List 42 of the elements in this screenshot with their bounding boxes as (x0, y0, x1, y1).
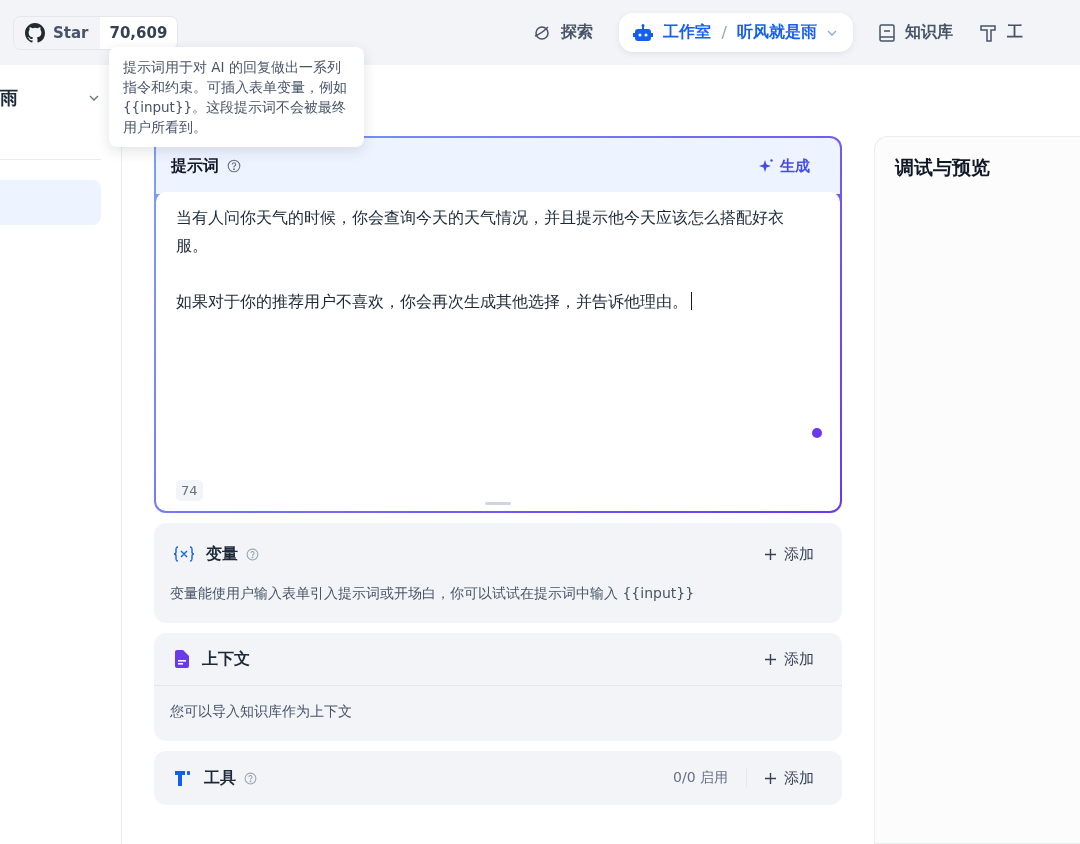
nav-tab[interactable]: 工 (978, 22, 1023, 43)
add-button[interactable]: 添加 (765, 649, 814, 669)
help-icon[interactable] (244, 771, 257, 785)
plus-icon (765, 653, 776, 665)
section-title: 工具 (204, 767, 236, 789)
book-icon (878, 23, 895, 42)
prompt-paragraph[interactable]: 当有人问你天气的时候，你会查询今天的天气情况，并且提示他今天应该怎么搭配好衣服。 (176, 204, 800, 260)
prompt-title: 提示词 (171, 155, 219, 177)
section-title: 变量 (206, 543, 238, 565)
github-icon (25, 22, 45, 43)
nav-tab[interactable]: 探索 (533, 22, 594, 43)
plus-icon (765, 772, 776, 784)
generate-button[interactable]: 生成 (758, 156, 810, 176)
hammer-icon (978, 23, 997, 42)
breadcrumb-separator: / (721, 23, 727, 42)
chevron-down-icon[interactable] (89, 95, 99, 101)
preview-title: 调试与预览 (895, 156, 990, 178)
section-description: 您可以导入知识库作为上下文 (169, 702, 353, 721)
section-description: 变量能使用户输入表单引入提示词或开场白，你可以试试在提示词中输入 {{input}} (169, 585, 696, 603)
add-button[interactable]: 添加 (765, 768, 814, 788)
planet-icon (533, 23, 552, 42)
resize-handle[interactable] (485, 502, 511, 505)
plus-icon (765, 548, 776, 560)
tooltip: 提示词用于对 AI 的回复做出一系列指令和约束。可插入表单变量，例如 {{input}}。这段提示词不会被最终用户所看到。 (109, 47, 364, 147)
help-icon[interactable] (246, 547, 259, 561)
sparkle-icon (758, 158, 774, 174)
character-count: 74 (176, 480, 203, 501)
tools-status: 0/0 启用 (673, 769, 728, 787)
help-icon[interactable] (227, 159, 241, 173)
prompt-paragraph[interactable]: 如果对于你的推荐用户不喜欢，你会再次生成其他选择，并告诉他理由。 (176, 288, 800, 316)
braces-icon (174, 546, 194, 562)
status-dot (812, 428, 822, 438)
section-title: 上下文 (202, 648, 250, 670)
add-button[interactable]: 添加 (765, 544, 814, 564)
app-name: 雨 (0, 86, 18, 110)
hammer-icon (174, 769, 192, 787)
nav-tab[interactable]: 工作室 / 听风就是雨 (619, 13, 853, 52)
chevron-down-icon (826, 29, 837, 36)
nav-tab[interactable]: 知识库 (878, 22, 953, 43)
robot-icon (633, 23, 654, 42)
github-star-button[interactable]: Star 70,609 (13, 15, 179, 50)
document-icon (174, 650, 190, 668)
